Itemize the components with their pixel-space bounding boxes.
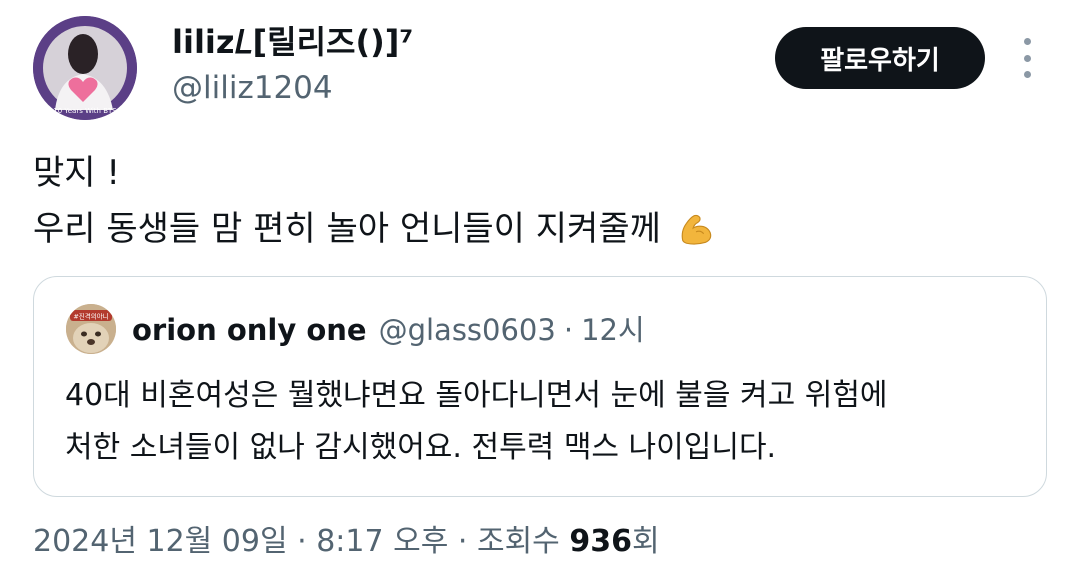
quoted-author-avatar[interactable]: #진격의아니 [66, 304, 116, 354]
flexed-biceps-icon [681, 214, 712, 245]
quoted-line-1: 40대 비혼여성은 뭘했냐면요 돌아다니면서 눈에 불을 켜고 위험에 [65, 378, 888, 413]
tweet-line-2-text: 우리 동생들 맘 편히 놀아 언니들이 지켜줄께 [33, 209, 661, 249]
meta-separator: · [457, 524, 468, 559]
quoted-tweet-card[interactable]: #진격의아니 orion only one @glass0603 · 12시 4… [33, 276, 1047, 497]
author-handle[interactable]: @liliz1204 [172, 68, 413, 108]
author-name-block[interactable]: liliz𝐿[릴리즈()]⁷ @liliz1204 [172, 22, 413, 108]
author-avatar[interactable]: 10 Years With BTS [33, 16, 137, 120]
tweet-meta: 2024년 12월 09일 · 8:17 오후 · 조회수 936회 [33, 520, 660, 564]
quoted-tweet-header: orion only one @glass0603 · 12시 [132, 307, 645, 349]
quoted-tweet-text: 40대 비혼여성은 뭘했냐면요 돌아다니면서 눈에 불을 켜고 위험에 처한 소… [65, 370, 888, 474]
views-label: 조회수 [476, 524, 560, 559]
more-dot [1023, 71, 1031, 78]
more-dot [1023, 38, 1031, 45]
avatar-caption: 10 Years With BTS [53, 107, 117, 115]
views-count: 936 [569, 524, 632, 559]
quoted-timestamp[interactable]: 12시 [581, 307, 645, 349]
quoted-avatar-label: #진격의아니 [73, 312, 108, 321]
tweet-time[interactable]: 8:17 오후 [316, 524, 448, 559]
more-vertical-icon[interactable] [1010, 38, 1044, 78]
tweet-text: 맞지 ! 우리 동생들 맘 편히 놀아 언니들이 지켜줄께 [33, 145, 715, 257]
quoted-author-name[interactable]: orion only one [132, 313, 367, 347]
tweet-date[interactable]: 2024년 12월 09일 [33, 524, 288, 559]
follow-button[interactable]: 팔로우하기 [775, 27, 985, 89]
quoted-author-handle[interactable]: @glass0603 [379, 313, 556, 347]
quoted-line-2: 처한 소녀들이 없나 감시했어요. 전투력 맥스 나이입니다. [65, 430, 777, 465]
meta-separator: · [297, 524, 307, 559]
quoted-separator: · [563, 313, 574, 347]
author-display-name[interactable]: liliz𝐿[릴리즈()]⁷ [172, 22, 413, 62]
views-suffix: 회 [631, 524, 660, 559]
tweet-line-1: 맞지 ! [33, 153, 120, 193]
tweet-line-2: 우리 동생들 맘 편히 놀아 언니들이 지켜줄께 [33, 201, 715, 257]
more-dot [1023, 54, 1031, 62]
